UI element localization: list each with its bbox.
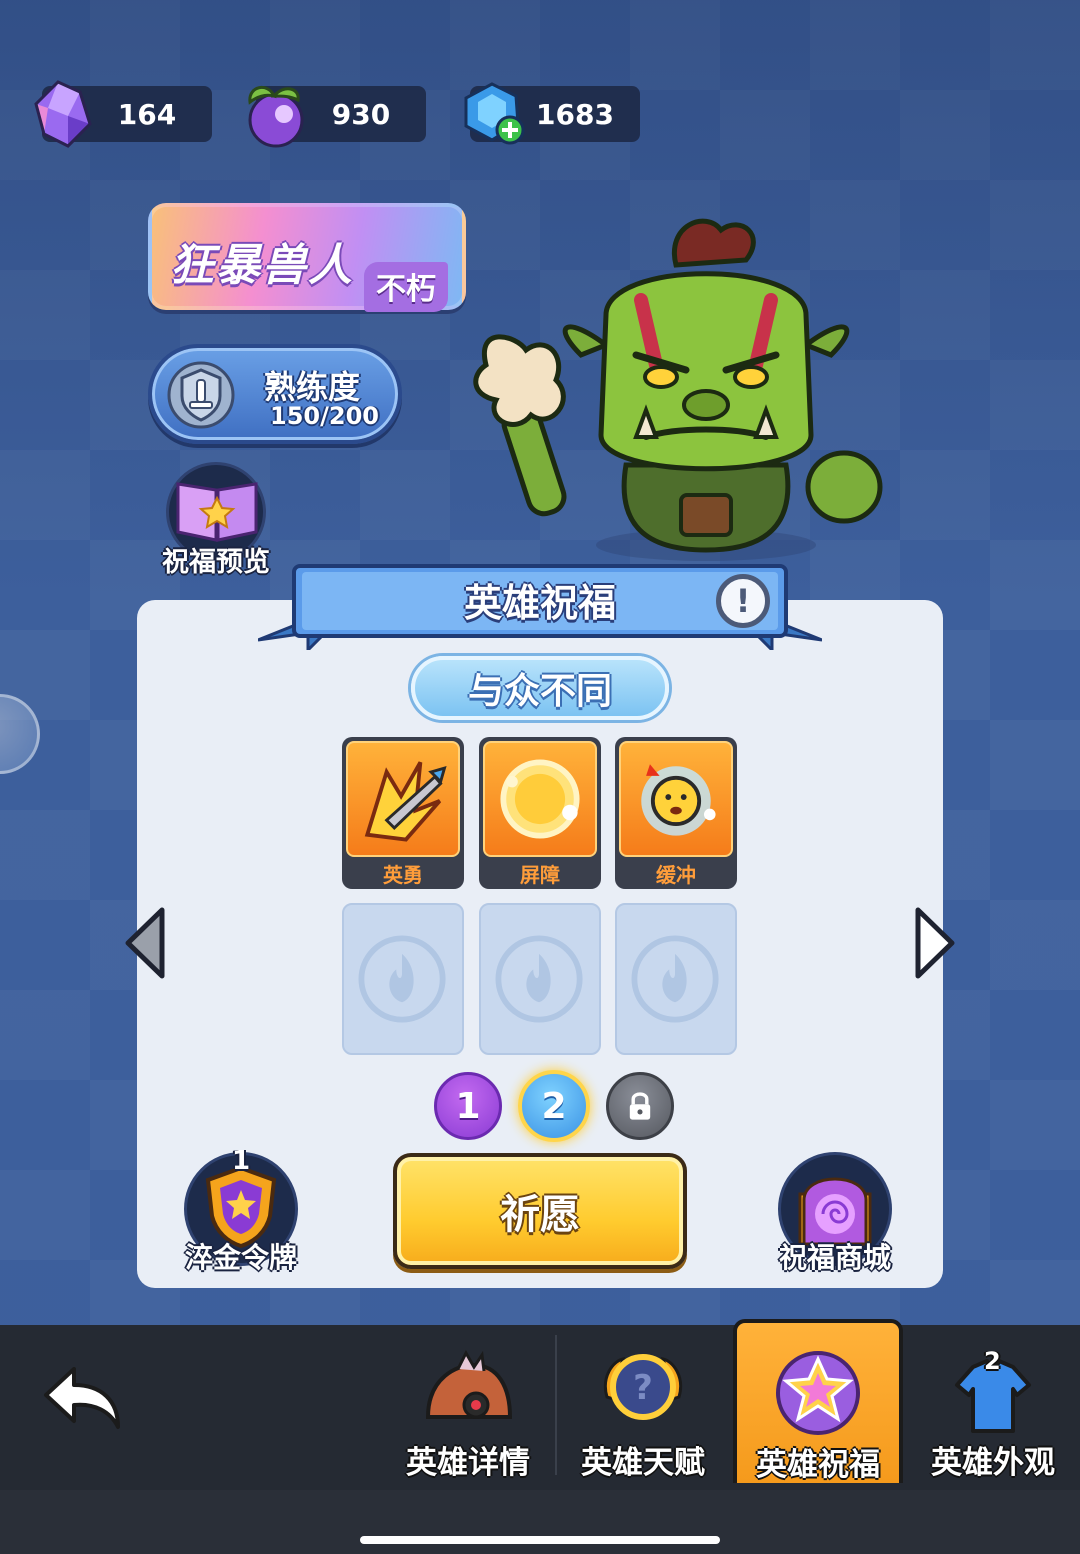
blessing-skill-2[interactable]: 屏障 <box>479 737 601 889</box>
talent-medal-icon: ? <box>604 1354 682 1420</box>
potion-count: 930 <box>331 97 391 131</box>
previous-arrow-button[interactable] <box>122 906 166 980</box>
skill-art <box>483 741 597 857</box>
tab-hero-appearance[interactable]: 2 英雄外观 <box>908 1325 1078 1485</box>
page-2-button[interactable]: 2 <box>518 1070 590 1142</box>
blessing-preview-button[interactable]: 祝福预览 <box>160 462 272 582</box>
proficiency-value: 150/200 <box>270 402 379 430</box>
gold-token-button[interactable]: 1 淬金令牌 <box>176 1146 306 1277</box>
tab-label: 英雄天赋 <box>581 1445 705 1481</box>
skill-label: 英勇 <box>383 863 423 887</box>
blue-gem-icon[interactable] <box>456 78 532 150</box>
book-icon <box>176 482 258 542</box>
tab-hero-details[interactable]: 英雄详情 <box>383 1325 553 1485</box>
skill-art <box>619 741 733 857</box>
hero-orc-illustration <box>473 218 883 561</box>
arrow-blast-icon <box>364 761 447 842</box>
hero-name: 狂暴兽人 <box>170 240 354 291</box>
empty-blessing-slot[interactable] <box>615 903 737 1055</box>
token-label: 淬金令牌 <box>184 1241 297 1274</box>
blessing-star-icon <box>776 1351 860 1435</box>
flame-placeholder-icon <box>495 935 583 1023</box>
tab-label: 英雄祝福 <box>756 1447 880 1483</box>
skill-art <box>346 741 460 857</box>
blessing-skill-1[interactable]: 英勇 <box>342 737 464 889</box>
wish-button[interactable]: 祈愿 <box>393 1153 687 1269</box>
token-count: 1 <box>232 1146 251 1176</box>
hero-name-card: 狂暴兽人 不朽 <box>148 203 466 312</box>
shield-icon <box>167 361 235 429</box>
flame-placeholder-icon <box>358 935 446 1023</box>
info-button[interactable]: ! <box>716 574 770 628</box>
page-1-button[interactable]: 1 <box>434 1072 502 1140</box>
tab-hero-blessing[interactable]: 英雄祝福 <box>733 1319 903 1483</box>
empty-blessing-slot[interactable] <box>342 903 464 1055</box>
skill-label: 屏障 <box>520 863 560 887</box>
appearance-count-badge: 2 <box>984 1347 1001 1375</box>
crystal-count: 164 <box>117 97 177 131</box>
back-icon[interactable] <box>40 1363 124 1433</box>
skill-label: 缓冲 <box>656 863 696 887</box>
blessing-shop-button[interactable]: 祝福商城 <box>770 1152 900 1277</box>
potion-icon <box>248 86 304 148</box>
flame-placeholder-icon <box>631 935 719 1023</box>
tab-hero-talent[interactable]: ? 英雄天赋 <box>558 1325 728 1485</box>
tab-label: 英雄外观 <box>931 1445 1055 1481</box>
empty-blessing-slot[interactable] <box>479 903 601 1055</box>
hero-rank-badge: 不朽 <box>364 262 448 312</box>
dizzy-face-icon <box>641 764 716 836</box>
lock-icon <box>629 1092 651 1120</box>
blessing-set-title: 与众不同 <box>411 656 669 720</box>
crystal-icon <box>34 80 92 148</box>
svg-text:?: ? <box>633 1368 653 1408</box>
hero-helmet-icon <box>425 1349 513 1419</box>
system-home-bar <box>0 1490 1080 1554</box>
gem-count: 1683 <box>536 97 614 131</box>
blessing-skill-3[interactable]: 缓冲 <box>615 737 737 889</box>
locked-page-button[interactable] <box>606 1072 674 1140</box>
home-indicator[interactable] <box>360 1536 720 1544</box>
next-arrow-button[interactable] <box>914 906 958 980</box>
nav-divider <box>555 1335 557 1475</box>
orb-icon <box>500 759 580 839</box>
bottom-navigation: 英雄详情 ? 英雄天赋 英雄祝福 2 英雄外观 <box>0 1319 1080 1490</box>
shop-label: 祝福商城 <box>778 1241 891 1274</box>
tab-label: 英雄详情 <box>406 1445 530 1481</box>
proficiency-button[interactable]: 熟练度 150/200 <box>148 344 402 444</box>
